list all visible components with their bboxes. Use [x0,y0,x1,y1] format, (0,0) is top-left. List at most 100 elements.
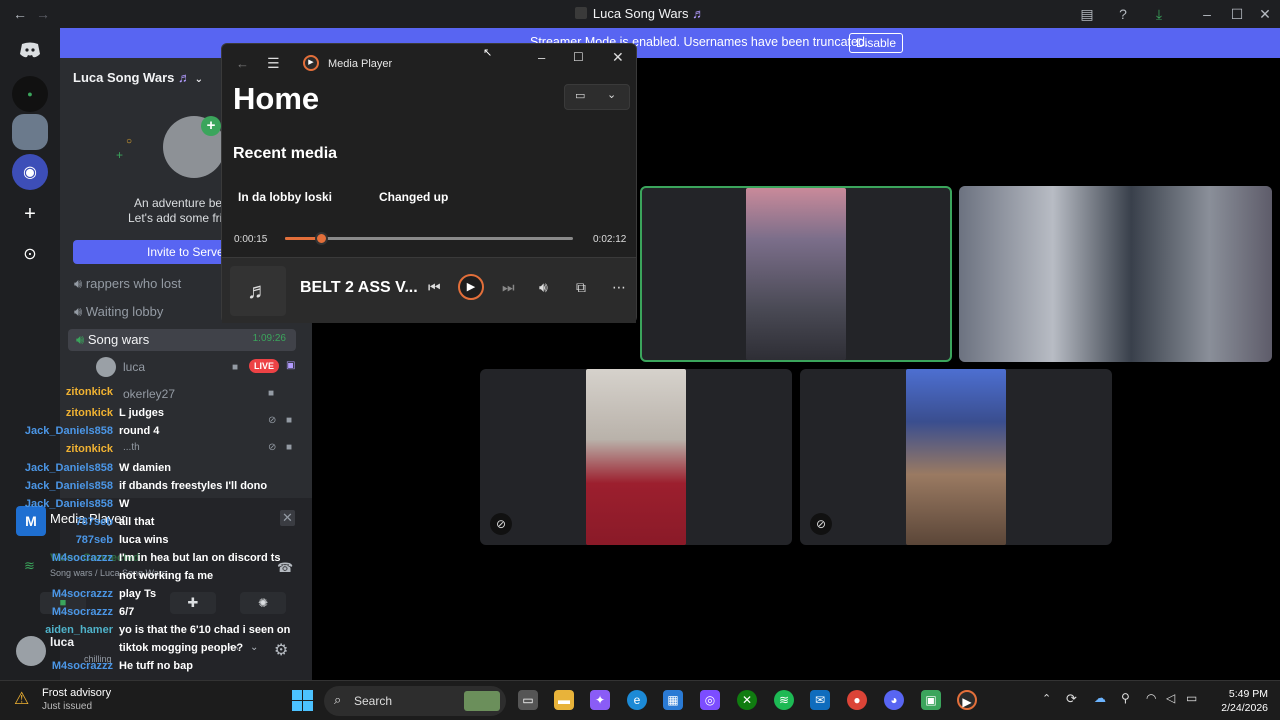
chat-username[interactable]: 787seb [76,534,113,546]
chat-username[interactable]: M4socrazzz [52,606,113,618]
chat-username[interactable]: M4socrazzz [52,660,113,672]
media-player-window: ← ☰ ▶ Media Player – ☐ ✕ Home ▭ ⌄ Recent… [221,43,637,323]
chat-username[interactable]: M4socrazzz [52,552,113,564]
xbox-icon[interactable]: ✕ [737,690,757,710]
chevron-up-icon[interactable]: ⌃ [1042,692,1051,705]
sync-icon[interactable]: ⟳ [1066,691,1077,707]
store-icon[interactable]: ▦ [663,690,683,710]
server-name-header[interactable]: Luca Song Wars ♬ ⌄ [73,70,203,85]
file-explorer-icon[interactable]: ▬ [554,690,574,710]
cloud-icon[interactable]: ☁ [1094,691,1106,705]
inbox-icon[interactable]: ▤ [1078,5,1096,23]
chat-username[interactable]: Jack_Daniels858 [25,462,113,474]
voice-timer: 1:09:26 [252,333,286,344]
chat-username[interactable]: aiden_hamer [45,624,113,636]
volume-icon[interactable]: ◁ [1166,691,1175,705]
server-avatar-icon[interactable] [12,114,48,150]
battery-icon[interactable]: ▭ [1186,691,1197,705]
weather-title[interactable]: Frost advisory [42,687,111,699]
avatar [96,357,116,377]
welcome-line-1: An adventure beg [134,196,229,210]
clock[interactable]: 5:49 PM 2/24/2026 [1208,687,1268,715]
open-file-button[interactable]: ▭ ⌄ [564,84,630,110]
discover-icon[interactable]: ⊙ [12,236,48,272]
close-icon[interactable]: ✕ [612,49,624,66]
microphone-icon[interactable]: ⚲ [1121,691,1130,705]
speaker-icon: 🔊︎ [74,304,83,319]
server-robot-icon[interactable]: ◉ [12,154,48,190]
add-server-icon[interactable]: + [12,196,48,232]
chrome-icon[interactable]: ● [847,690,867,710]
seek-bar[interactable] [285,232,573,245]
edge-icon[interactable]: e [627,690,647,710]
recent-item[interactable]: In da lobby loski [238,190,332,204]
maximize-icon[interactable]: ☐ [1228,5,1246,23]
chat-username[interactable]: Jack_Daniels858 [25,425,113,437]
server-icon [574,7,587,19]
previous-icon[interactable]: ⏮ [428,279,441,296]
volume-icon[interactable]: 🔊︎ [539,279,548,296]
recent-item[interactable]: Changed up [379,190,448,204]
chat-text: 6/7 [119,606,135,618]
windows-start-icon[interactable] [292,690,313,711]
media-player-taskbar-icon[interactable]: ▶ [957,690,977,710]
sparkle-icon: ○ [126,136,133,147]
discord-home-icon[interactable] [12,32,48,68]
channel-song-wars[interactable]: 🔊︎ Song wars 1:09:26 [68,329,296,351]
more-options-icon[interactable]: ⋯ [612,279,626,296]
add-icon: + [201,116,221,136]
download-icon[interactable]: ⤓ [1150,5,1168,23]
miniplayer-icon[interactable]: ⧉ [576,279,586,296]
back-arrow-icon[interactable]: ← [236,56,249,71]
sparkle-icon: + [116,148,124,162]
app-green-icon[interactable]: ▣ [921,690,941,710]
server-luca-icon[interactable]: ● [12,76,48,112]
video-tile[interactable]: ⊘ [480,369,792,545]
spotify-icon[interactable]: ≋ [774,690,794,710]
seek-thumb[interactable] [315,232,328,245]
chat-overlay: zitonkick zitonkick L judges Jack_Daniels85… [0,386,320,676]
minimize-icon[interactable]: – [538,50,545,65]
chat-username[interactable]: Jack_Daniels858 [25,480,113,492]
mouse-cursor-icon: ↖ [483,47,493,59]
chat-username[interactable]: M4socrazzz [52,588,113,600]
copilot-icon[interactable]: ✦ [590,690,610,710]
discord-icon[interactable]: ◕ [884,690,904,710]
chat-text: if dbands freestyles I'll dono [119,480,268,492]
duration: 0:02:12 [593,234,627,245]
maximize-icon[interactable]: ☐ [573,50,584,64]
chat-username[interactable]: 787seb [76,516,113,528]
minimize-icon[interactable]: – [1198,5,1216,23]
video-tile[interactable] [959,186,1272,362]
help-icon[interactable]: ? [1114,5,1132,23]
chat-text: all that [119,516,155,528]
wifi-icon[interactable]: ◠ [1146,691,1156,705]
media-player-logo-icon: ▶ [303,55,319,71]
menu-icon[interactable]: ☰ [267,55,280,72]
warning-icon[interactable]: ⚠ [14,689,29,709]
play-icon: ▶ [466,281,476,293]
channel-waiting-lobby[interactable]: 🔊︎ Waiting lobby [74,304,163,320]
outlook-icon[interactable]: ✉ [810,690,830,710]
muted-mic-icon: ⊘ [490,513,512,535]
channel-rappers-who-lost[interactable]: 🔊︎ rappers who lost [74,276,181,292]
server-name: Luca Song Wars [73,70,175,85]
chat-username[interactable]: Jack_Daniels858 [25,498,113,510]
app-icon[interactable]: ◎ [700,690,720,710]
chat-text: tiktok mogging people? [119,642,244,654]
chevron-down-icon: ⌄ [607,89,617,101]
chat-username[interactable]: zitonkick [66,386,113,398]
next-icon[interactable]: ⏭ [502,279,515,296]
video-tile-speaking[interactable] [640,186,952,362]
chat-username[interactable]: zitonkick [66,407,113,419]
search-box[interactable]: ⌕ Search [324,686,506,716]
task-view-icon[interactable]: ▭ [518,690,538,710]
channel-label: rappers who lost [85,276,182,291]
chat-username[interactable]: zitonkick [66,443,113,455]
weather-subtitle: Just issued [42,701,93,712]
play-button[interactable]: ▶ [458,274,484,300]
voice-user-luca[interactable]: luca [123,360,145,374]
disable-button[interactable]: Disable [849,33,903,53]
close-icon[interactable]: ✕ [1256,5,1274,23]
video-tile[interactable]: ⊘ [800,369,1112,545]
